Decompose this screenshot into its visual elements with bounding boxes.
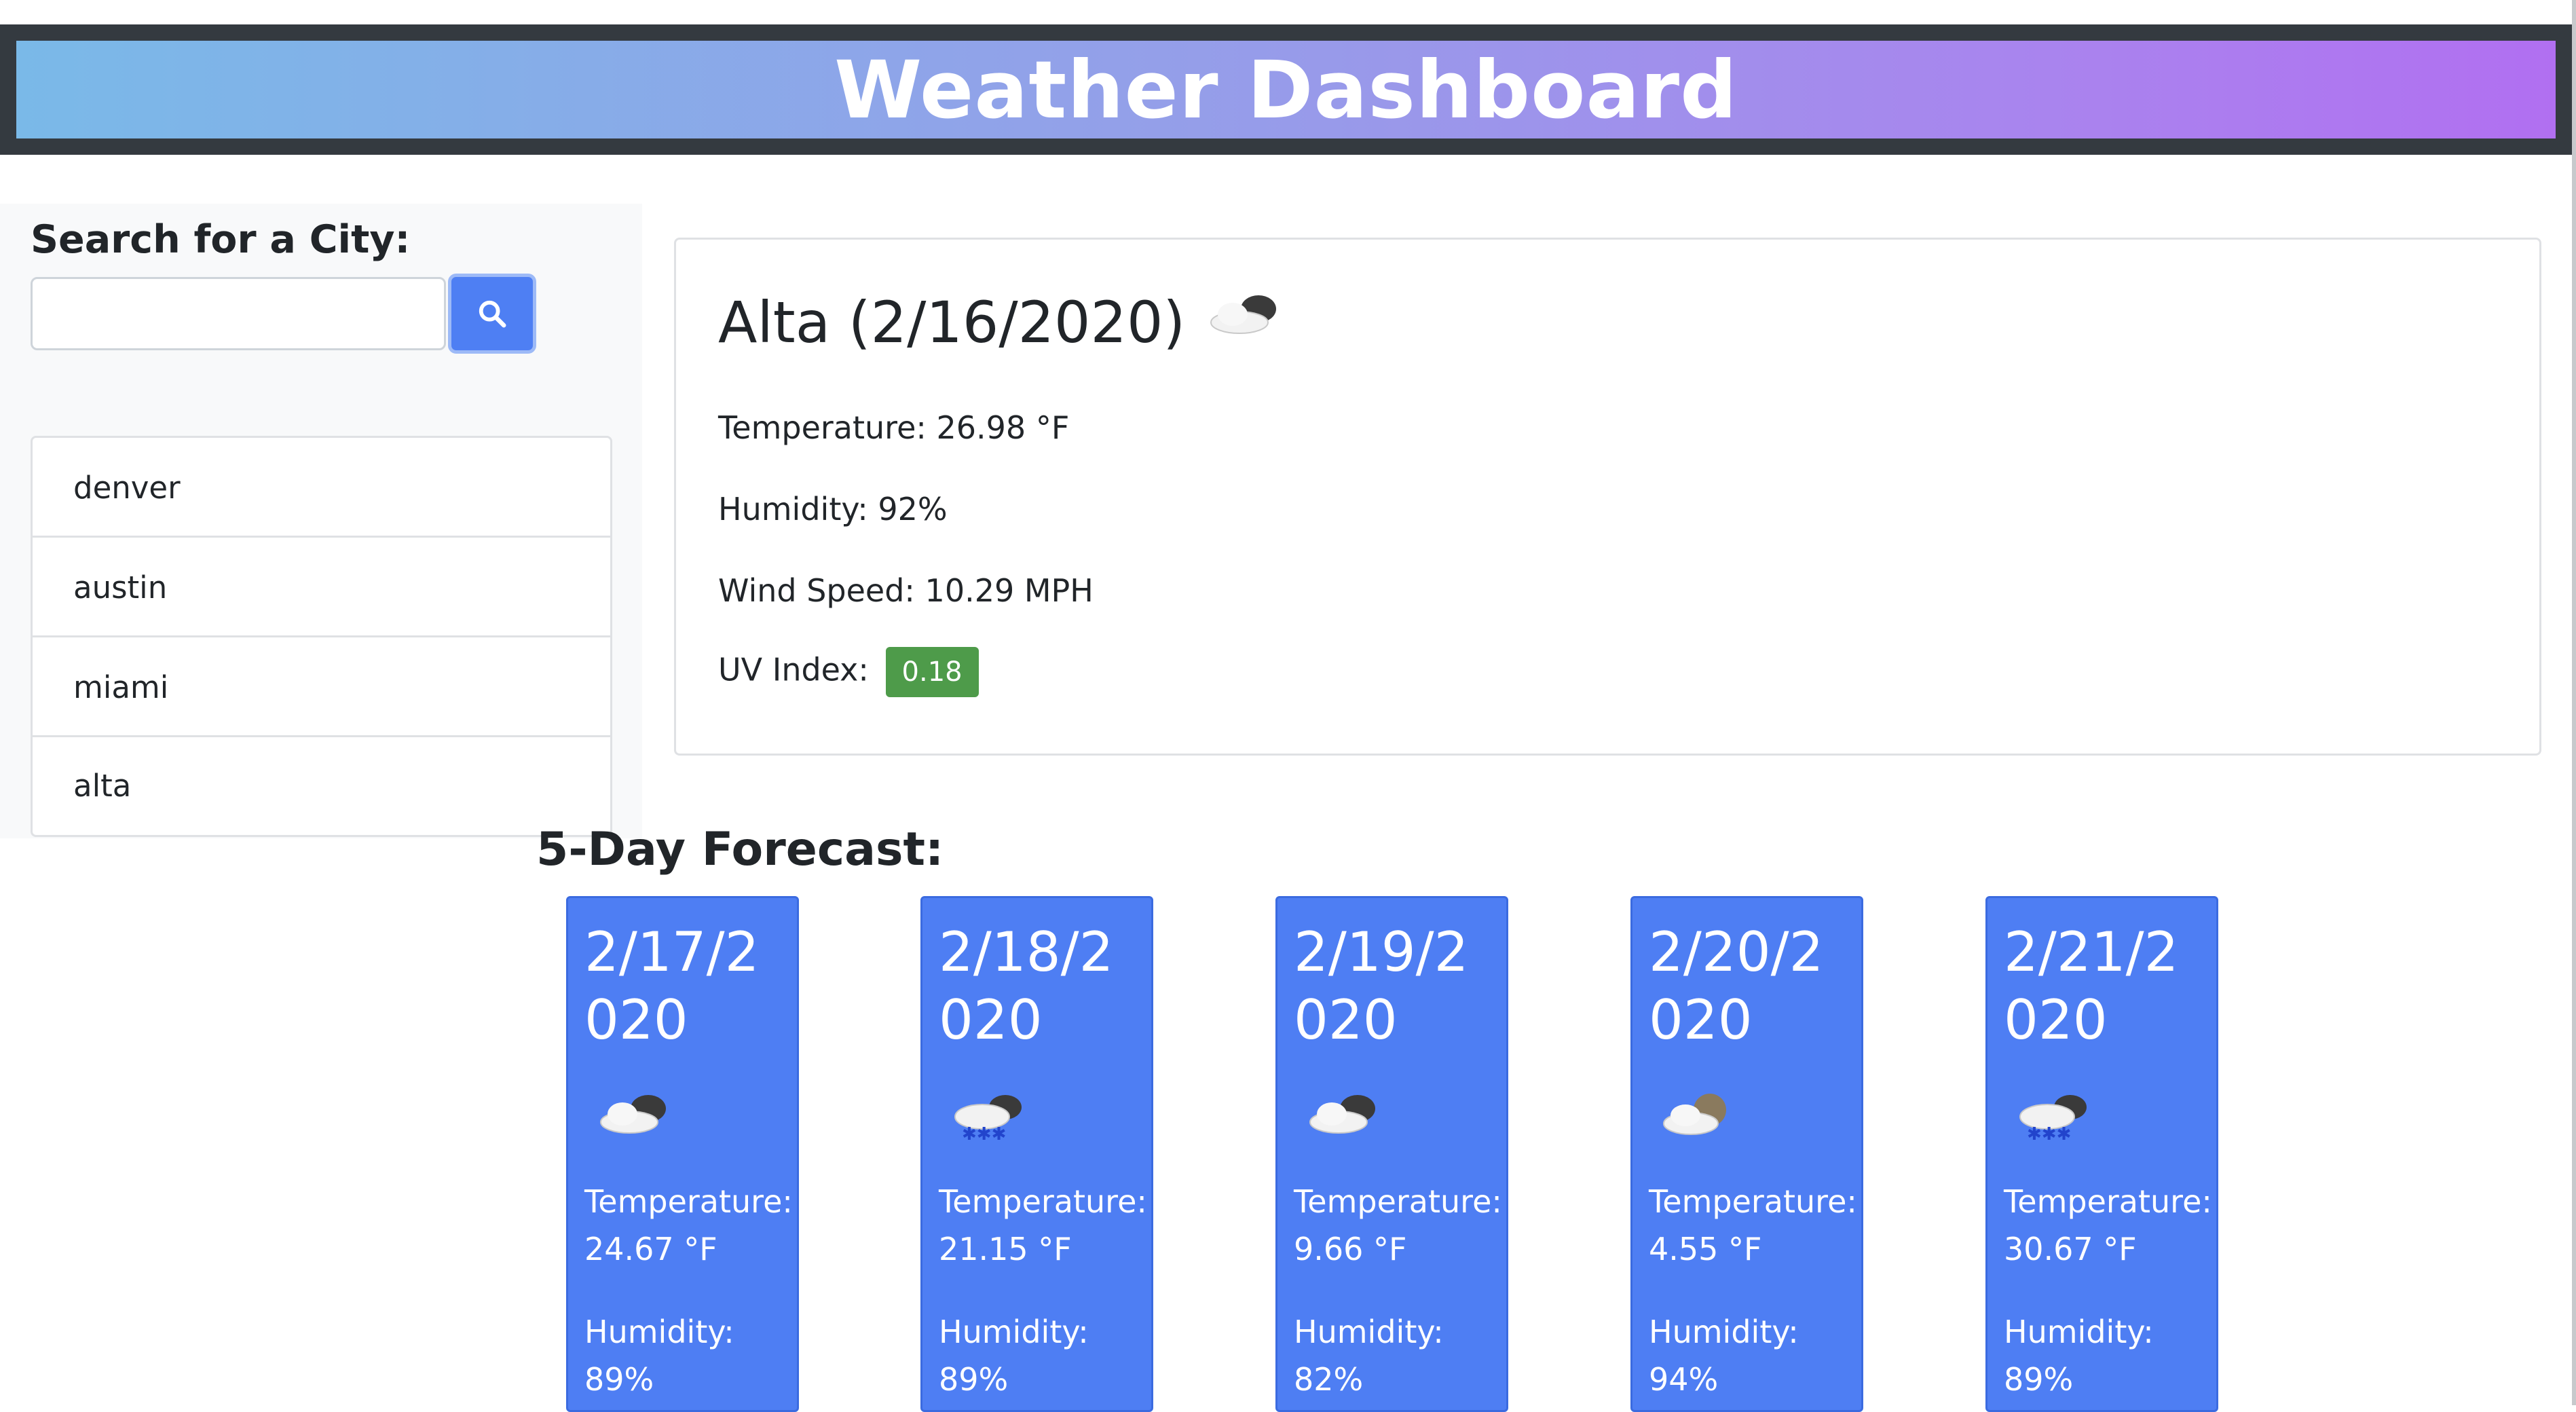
cloud-moon-icon <box>1653 1088 1741 1145</box>
uv-badge: 0.18 <box>885 647 979 697</box>
current-wind-speed: Wind Speed: 10.29 MPH <box>718 572 1094 609</box>
list-item[interactable]: alta <box>33 737 610 835</box>
forecast-humidity-label: Humidity: <box>2004 1314 2154 1350</box>
search-input[interactable] <box>31 277 446 350</box>
uv-label: UV Index: <box>718 651 869 688</box>
forecast-humidity: 89% <box>939 1361 1009 1398</box>
forecast-card: 2/18/2020 ✱✱✱ Temperature: 21.15 °F Humi… <box>920 896 1153 1412</box>
forecast-date: 2/18/2020 <box>939 921 1114 1052</box>
forecast-temp-label: Temperature: <box>1649 1183 1857 1220</box>
current-weather-card: Alta (2/16/2020) Temperature: 26.98 °F H… <box>674 238 2541 756</box>
forecast-temp: 21.15 °F <box>939 1231 1072 1267</box>
forecast-humidity-label: Humidity: <box>939 1314 1089 1350</box>
list-item[interactable]: miami <box>33 637 610 737</box>
current-temperature: Temperature: 26.98 °F <box>718 409 1070 446</box>
forecast-temp-label: Temperature: <box>584 1183 793 1220</box>
search-icon <box>479 300 506 328</box>
cloud-partly-icon <box>589 1088 677 1145</box>
forecast-card: 2/20/2020 Temperature: 4.55 °F Humidity:… <box>1630 896 1863 1412</box>
forecast-humidity: 82% <box>1294 1361 1364 1398</box>
cloud-partly-icon <box>1199 289 1287 356</box>
header-banner: Weather Dashboard <box>16 41 2556 138</box>
svg-text:✱✱✱: ✱✱✱ <box>2027 1124 2071 1142</box>
forecast-humidity: 89% <box>584 1361 654 1398</box>
forecast-temp: 24.67 °F <box>584 1231 717 1267</box>
forecast-title: 5-Day Forecast: <box>536 823 944 876</box>
forecast-card: 2/17/2020 Temperature: 24.67 °F Humidity… <box>566 896 799 1412</box>
svg-text:✱✱✱: ✱✱✱ <box>962 1124 1006 1142</box>
city-history-list: denver austin miami alta <box>31 436 612 837</box>
search-button[interactable] <box>448 274 536 354</box>
forecast-temp: 9.66 °F <box>1294 1231 1407 1267</box>
forecast-temp: 4.55 °F <box>1649 1231 1762 1267</box>
forecast-temp: 30.67 °F <box>2004 1231 2137 1267</box>
forecast-date: 2/21/2020 <box>2004 921 2179 1052</box>
list-item[interactable]: denver <box>33 438 610 538</box>
forecast-humidity: 89% <box>2004 1361 2074 1398</box>
header-bar: Weather Dashboard <box>0 24 2572 155</box>
forecast-temp-label: Temperature: <box>2004 1183 2212 1220</box>
forecast-date: 2/20/2020 <box>1649 921 1824 1052</box>
current-humidity: Humidity: 92% <box>718 491 948 527</box>
forecast-temp-label: Temperature: <box>939 1183 1147 1220</box>
snow-cloud-icon: ✱✱✱ <box>2008 1088 2096 1145</box>
forecast-date: 2/19/2020 <box>1294 921 1469 1052</box>
snow-cloud-icon: ✱✱✱ <box>943 1088 1031 1145</box>
scrollbar-edge <box>2572 0 2576 1405</box>
forecast-temp-label: Temperature: <box>1294 1183 1502 1220</box>
forecast-date: 2/17/2020 <box>584 921 760 1052</box>
forecast-humidity-label: Humidity: <box>1649 1314 1799 1350</box>
current-heading: Alta (2/16/2020) <box>718 289 1287 356</box>
forecast-humidity: 94% <box>1649 1361 1719 1398</box>
page-title: Weather Dashboard <box>834 43 1738 136</box>
cloud-partly-icon <box>1298 1088 1386 1145</box>
search-label: Search for a City: <box>31 217 411 262</box>
current-uv-index: UV Index: 0.18 <box>718 647 979 697</box>
forecast-card: 2/21/2020 ✱✱✱ Temperature: 30.67 °F Humi… <box>1985 896 2218 1412</box>
list-item[interactable]: austin <box>33 538 610 637</box>
forecast-card: 2/19/2020 Temperature: 9.66 °F Humidity:… <box>1275 896 1508 1412</box>
city-date-title: Alta (2/16/2020) <box>718 289 1186 356</box>
forecast-humidity-label: Humidity: <box>1294 1314 1444 1350</box>
sidebar: Search for a City: denver austin miami a… <box>0 204 642 838</box>
forecast-humidity-label: Humidity: <box>584 1314 734 1350</box>
